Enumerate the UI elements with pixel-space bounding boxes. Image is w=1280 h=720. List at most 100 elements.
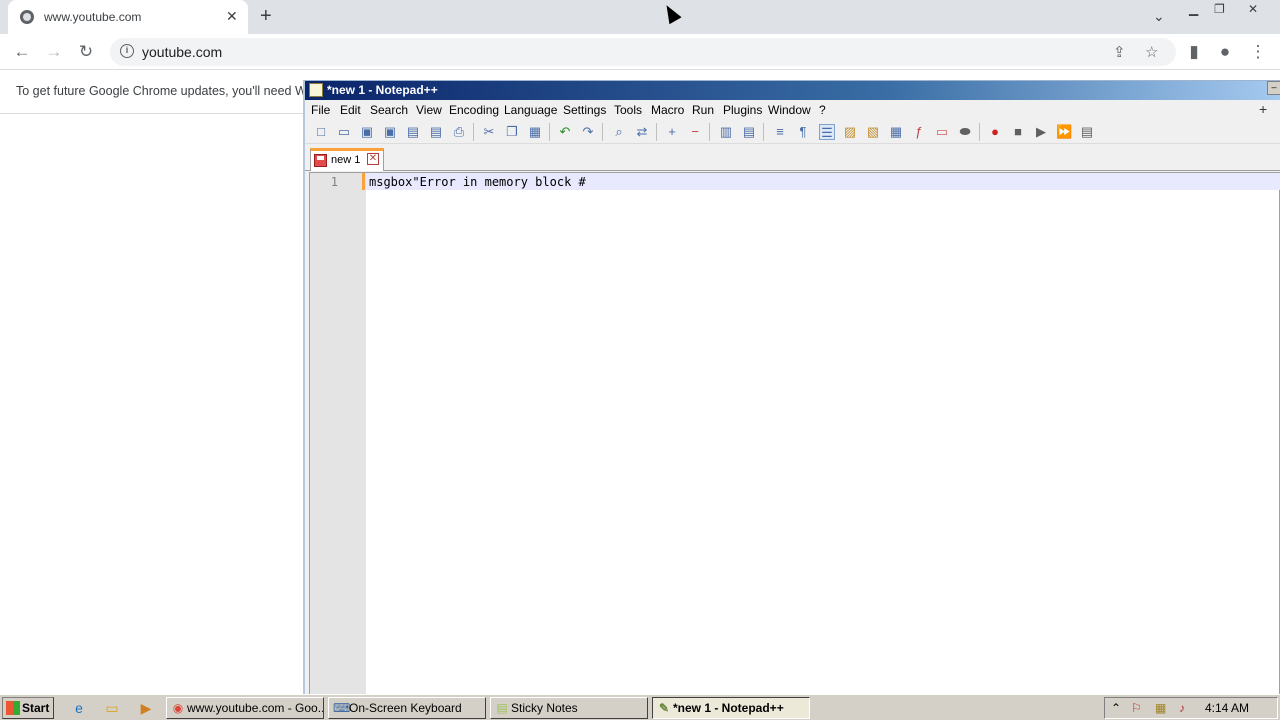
menu-language[interactable]: Language	[504, 103, 557, 117]
document-map-icon[interactable]: ▧	[865, 124, 881, 140]
play-macro-icon[interactable]: ▶	[1033, 124, 1049, 140]
task-notepadpp[interactable]: ✎ *new 1 - Notepad++	[652, 697, 810, 719]
menu-window[interactable]: Window	[768, 103, 811, 117]
cut-icon[interactable]: ✂	[481, 124, 497, 140]
site-info-icon[interactable]: i	[120, 44, 134, 58]
notepadpp-app-icon	[309, 83, 323, 97]
line-number: 1	[330, 175, 338, 189]
explorer-folder-icon[interactable]: ▭	[103, 699, 121, 717]
toolbar-separator	[473, 123, 474, 141]
taskbar: Start e ▭ ▶ ◉ www.youtube.com - Goo... ⌨…	[0, 694, 1280, 720]
tray-network-icon[interactable]: ▦	[1155, 701, 1166, 715]
notepadpp-menubar: File Edit Search View Encoding Language …	[305, 100, 1280, 120]
chrome-tabstrip: www.youtube.com ✕ + ⌄ ▁ ❐ ✕	[0, 0, 1280, 34]
save-icon[interactable]: ▣	[359, 124, 375, 140]
paste-icon[interactable]: ▦	[527, 124, 543, 140]
address-bar[interactable]: i youtube.com ⇪ ☆	[110, 38, 1176, 66]
system-tray: ⌃ ⚐ ▦ ♪ 4:14 AM	[1104, 697, 1278, 719]
notepadpp-minimize-icon[interactable]: –	[1267, 81, 1280, 95]
address-bar-url[interactable]: youtube.com	[142, 44, 222, 60]
side-panel-icon[interactable]: ▮	[1182, 40, 1206, 64]
menu-view[interactable]: View	[416, 103, 442, 117]
reload-icon[interactable]: ↻	[74, 40, 98, 64]
close-file-tab-icon[interactable]: ✕	[367, 153, 379, 165]
undo-icon[interactable]: ↶	[557, 124, 573, 140]
word-wrap-icon[interactable]: ≡	[772, 124, 788, 140]
replace-icon[interactable]: ⇄	[634, 124, 650, 140]
tray-volume-icon[interactable]: ♪	[1179, 701, 1185, 715]
language-udl-icon[interactable]: ▨	[842, 124, 858, 140]
minimize-icon[interactable]: ▁	[1189, 2, 1198, 16]
restore-icon[interactable]: ❐	[1214, 2, 1225, 16]
tray-security-icon[interactable]: ⚐	[1131, 701, 1142, 715]
show-all-chars-icon[interactable]: ¶	[795, 124, 811, 140]
menu-settings[interactable]: Settings	[563, 103, 606, 117]
menu-edit[interactable]: Edit	[340, 103, 361, 117]
menu-run[interactable]: Run	[692, 103, 714, 117]
back-arrow-icon[interactable]: ←	[10, 40, 34, 64]
redo-icon[interactable]: ↷	[580, 124, 596, 140]
infobar-text: To get future Google Chrome updates, you…	[16, 84, 317, 98]
menu-search[interactable]: Search	[370, 103, 408, 117]
task-sticky-notes[interactable]: ▤ Sticky Notes	[490, 697, 648, 719]
find-icon[interactable]: ⌕	[611, 124, 627, 140]
unsaved-file-icon	[314, 154, 327, 167]
media-player-icon[interactable]: ▶	[137, 699, 155, 717]
notepadpp-titlebar[interactable]: *new 1 - Notepad++ –	[305, 81, 1280, 100]
menu-tools[interactable]: Tools	[614, 103, 642, 117]
save-macro-icon[interactable]: ▤	[1079, 124, 1095, 140]
menu-file[interactable]: File	[311, 103, 330, 117]
menu-help[interactable]: ?	[819, 103, 826, 117]
close-window-icon[interactable]: ✕	[1248, 2, 1258, 16]
indent-guide-icon[interactable]: ☰	[819, 124, 835, 140]
notepadpp-toolbar: □ ▭ ▣ ▣ ▤ ▤ ⎙ ✂ ❐ ▦ ↶ ↷ ⌕ ⇄ + − ▥ ▤ ≡ ¶ …	[305, 120, 1280, 144]
menu-encoding[interactable]: Encoding	[449, 103, 499, 117]
windows-flag-icon	[6, 701, 20, 715]
print-icon[interactable]: ⎙	[451, 124, 467, 140]
new-tab-button[interactable]: +	[260, 5, 272, 28]
share-icon[interactable]: ⇪	[1113, 43, 1126, 61]
forward-arrow-icon[interactable]: →	[42, 40, 66, 64]
copy-icon[interactable]: ❐	[504, 124, 520, 140]
toolbar-separator	[709, 123, 710, 141]
profile-avatar-icon[interactable]: ●	[1213, 40, 1237, 64]
globe-icon	[20, 10, 34, 24]
tab-search-chevron-icon[interactable]: ⌄	[1153, 8, 1165, 25]
monitoring-icon[interactable]: ⬬	[957, 124, 973, 140]
clock[interactable]: 4:14 AM	[1205, 701, 1249, 715]
sync-horizontal-icon[interactable]: ▤	[741, 124, 757, 140]
bookmark-star-icon[interactable]: ☆	[1145, 43, 1158, 61]
toolbar-separator	[763, 123, 764, 141]
menu-macro[interactable]: Macro	[651, 103, 684, 117]
menu-plugins[interactable]: Plugins	[723, 103, 762, 117]
close-file-icon[interactable]: ▤	[405, 124, 421, 140]
function-list-icon[interactable]: ƒ	[911, 124, 927, 140]
new-file-icon[interactable]: □	[313, 124, 329, 140]
zoom-in-icon[interactable]: +	[664, 124, 680, 140]
ie-icon[interactable]: e	[70, 699, 88, 717]
chrome-menu-icon[interactable]: ⋮	[1246, 40, 1270, 64]
document-list-icon[interactable]: ▦	[888, 124, 904, 140]
folder-workspace-icon[interactable]: ▭	[934, 124, 950, 140]
file-tab-new-1[interactable]: new 1 ✕	[310, 148, 384, 171]
zoom-out-icon[interactable]: −	[687, 124, 703, 140]
editor-area[interactable]: 1 msgbox"Error in memory block #	[309, 172, 1280, 695]
toolbar-separator	[602, 123, 603, 141]
start-button[interactable]: Start	[2, 697, 54, 719]
menu-plus-button[interactable]: +	[1259, 101, 1267, 117]
sync-vertical-icon[interactable]: ▥	[718, 124, 734, 140]
open-file-icon[interactable]: ▭	[336, 124, 352, 140]
code-line[interactable]: msgbox"Error in memory block #	[369, 175, 586, 189]
record-macro-icon[interactable]: ●	[987, 124, 1003, 140]
task-onscreen-keyboard[interactable]: ⌨ On-Screen Keyboard	[328, 697, 486, 719]
close-tab-icon[interactable]: ✕	[226, 8, 238, 25]
play-multiple-icon[interactable]: ⏩	[1056, 124, 1072, 140]
task-chrome[interactable]: ◉ www.youtube.com - Goo...	[166, 697, 324, 719]
tray-expand-icon[interactable]: ⌃	[1111, 701, 1121, 715]
chrome-tab-youtube[interactable]: www.youtube.com ✕	[8, 0, 248, 34]
close-all-icon[interactable]: ▤	[428, 124, 444, 140]
stop-record-icon[interactable]: ■	[1010, 124, 1026, 140]
save-all-icon[interactable]: ▣	[382, 124, 398, 140]
line-number-gutter: 1	[310, 173, 366, 694]
notepadpp-window: *new 1 - Notepad++ – File Edit Search Vi…	[303, 80, 1280, 695]
